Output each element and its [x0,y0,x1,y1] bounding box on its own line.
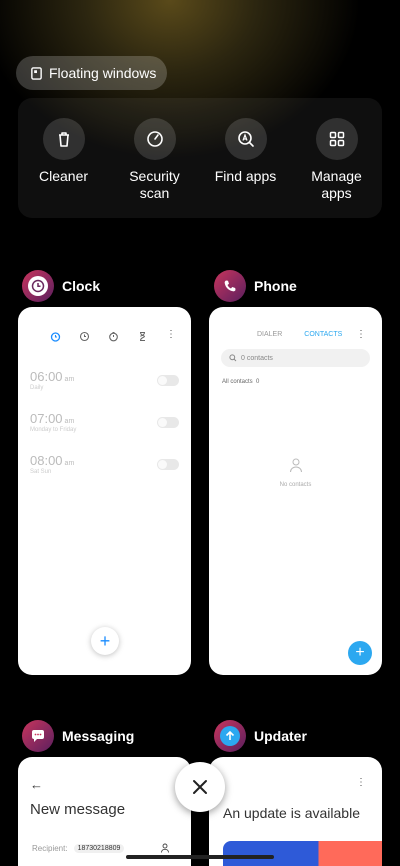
alarm-toggle[interactable] [157,459,179,470]
manage-apps-button[interactable]: Manage apps [297,118,377,218]
clock-icon [22,270,54,302]
update-title: An update is available [223,805,360,821]
person-icon [289,458,302,473]
plus-icon: + [355,644,365,661]
message-icon [22,720,54,752]
floating-windows-label: Floating windows [49,65,157,81]
back-arrow-icon[interactable]: ← [30,777,43,792]
more-options-icon[interactable]: ⋮ [356,329,366,340]
clock-app-card[interactable]: ⋮ 06:00 am Daily 07:00 am Monday to Friday… [18,307,191,675]
all-contacts-label: All contacts 0 [222,379,260,385]
clock-app-name: Clock [62,278,101,294]
phone-icon [214,270,246,302]
contact-picker-icon[interactable] [160,843,170,853]
alarm-row[interactable]: 08:00 am Sat Sun [30,453,179,483]
alarm-toggle[interactable] [157,375,179,386]
recipient-chip[interactable]: 18730218809 [73,843,125,853]
messaging-app-card[interactable]: ← New message Recipient: 18730218809 [18,757,191,866]
updater-app-name: Updater [254,728,307,744]
alarm-row[interactable]: 07:00 am Monday to Friday [30,411,179,441]
close-all-button[interactable] [175,762,225,812]
floating-window-icon [31,66,42,80]
add-alarm-button[interactable]: + [91,627,119,655]
add-contact-button[interactable]: + [348,641,372,665]
arrow-up-icon [214,720,246,752]
updater-app-header[interactable]: Updater [214,720,307,752]
alarm-toggle[interactable] [157,417,179,428]
floating-windows-button[interactable]: Floating windows [16,56,167,90]
search-app-icon [224,118,267,160]
find-apps-button[interactable]: Find apps [206,118,286,218]
clock-app-header[interactable]: Clock [22,270,100,302]
phone-app-header[interactable]: Phone [214,270,297,302]
quick-tools-panel: Cleaner Security scan Find apps Manage a… [18,98,382,218]
timer-tab-icon[interactable] [137,329,148,341]
more-options-icon[interactable]: ⋮ [356,777,366,788]
phone-app-card[interactable]: DIALER CONTACTS ⋮ 0 contacts All contact… [209,307,382,675]
contacts-search-input[interactable]: 0 contacts [221,349,370,367]
tab-dialer[interactable]: DIALER [257,331,282,338]
clock-tabs: ⋮ [18,329,191,342]
security-scan-button[interactable]: Security scan [115,118,195,218]
updater-app-card[interactable]: ⋮ An update is available [209,757,382,866]
empty-contacts: No contacts [209,457,382,488]
cleaner-button[interactable]: Cleaner [24,118,104,218]
plus-icon: + [99,630,111,651]
messaging-app-name: Messaging [62,728,135,744]
phone-app-name: Phone [254,278,297,294]
alarm-tab-icon[interactable] [50,329,61,342]
grid-icon [315,118,358,160]
trash-icon [42,118,85,160]
messaging-app-header[interactable]: Messaging [22,720,134,752]
speedometer-icon [133,118,176,160]
tab-contacts[interactable]: CONTACTS [304,331,342,338]
search-icon [229,354,237,362]
more-options-icon[interactable]: ⋮ [166,329,177,340]
recipient-field[interactable]: Recipient: 18730218809 [32,843,170,853]
new-message-title: New message [30,801,126,818]
alarm-row[interactable]: 06:00 am Daily [30,369,179,399]
world-clock-tab-icon[interactable] [79,329,90,342]
stopwatch-tab-icon[interactable] [108,329,119,342]
update-banner-image [223,841,382,866]
phone-tabs: DIALER CONTACTS [257,331,342,338]
home-indicator[interactable] [126,855,274,859]
close-icon [193,780,207,794]
